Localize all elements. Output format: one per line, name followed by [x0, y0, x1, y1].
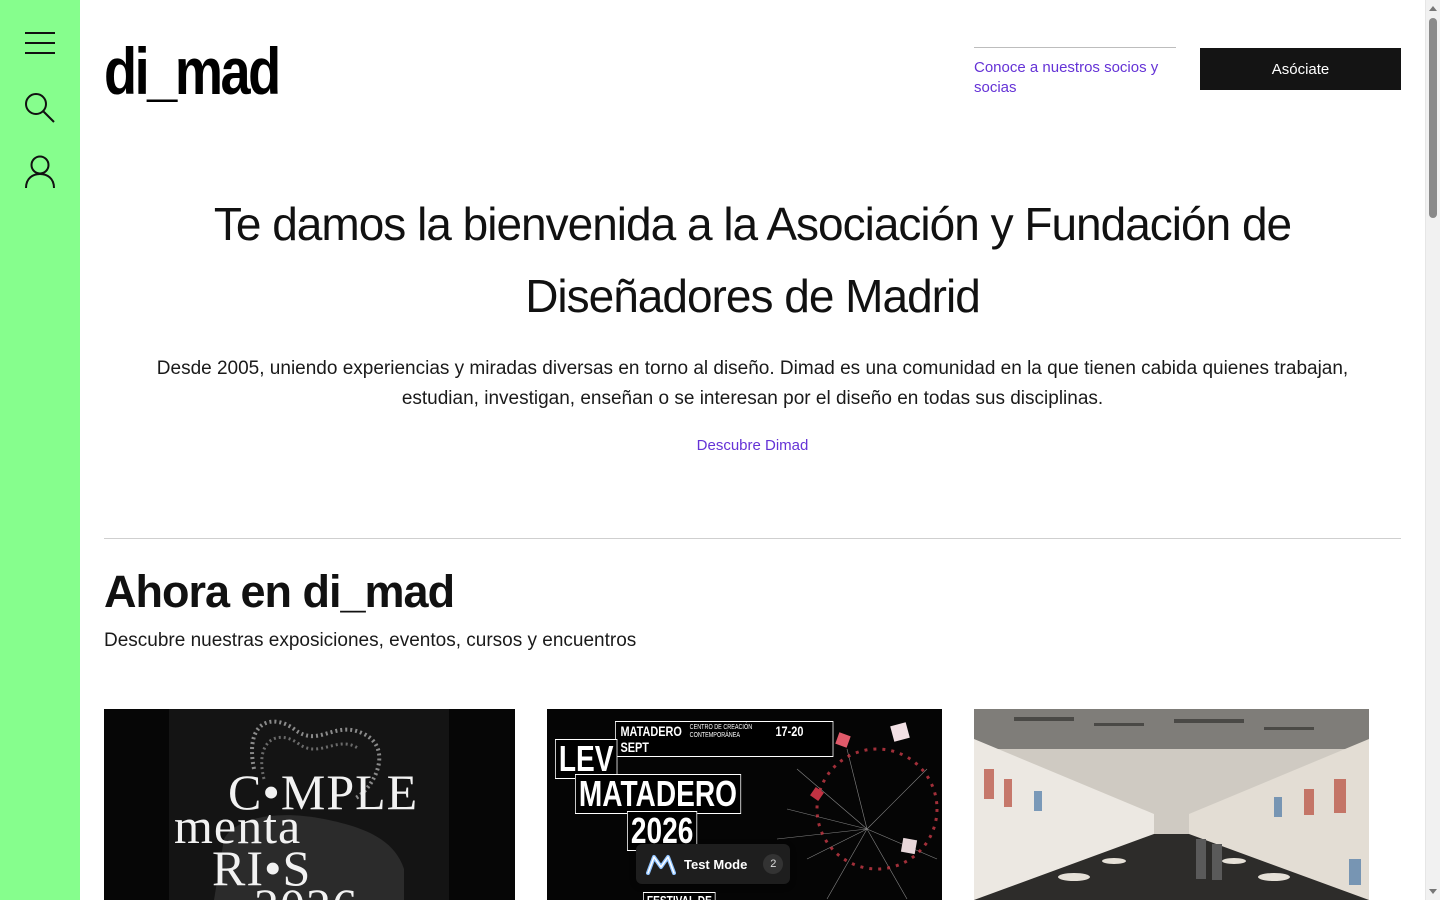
- venue-name: MATADERO: [620, 723, 682, 739]
- site-logo[interactable]: di_mad: [104, 38, 281, 104]
- section-title: Ahora en di_mad: [104, 566, 455, 617]
- test-mode-logo-icon: [646, 855, 676, 875]
- test-mode-label: Test Mode: [684, 856, 748, 872]
- scroll-down-arrow-icon[interactable]: [1429, 889, 1437, 894]
- hero-description: Desde 2005, uniendo experiencias y mirad…: [156, 358, 1349, 409]
- venue-subtitle-line-1: CENTRO DE CREACIÓN: [689, 724, 753, 732]
- exhibition-photo: [974, 709, 1369, 900]
- section-divider: [104, 538, 1401, 539]
- partners-link[interactable]: Conoce a nuestros socios y socias: [974, 47, 1176, 98]
- lev-title-2: MATADERO: [575, 774, 741, 814]
- event-card-complementaris[interactable]: C•MPLE menta RI•S 2026: [104, 709, 515, 900]
- venue-banner: MATADERO CENTRO DE CREACIÓN CONTEMPORÁNEA…: [615, 721, 834, 758]
- user-icon[interactable]: [20, 152, 60, 192]
- menu-icon[interactable]: [20, 23, 60, 63]
- hero-title: Te damos la bienvenida a la Asociación y…: [213, 198, 1292, 322]
- search-icon[interactable]: [20, 88, 60, 128]
- test-mode-badge[interactable]: Test Mode 2: [636, 844, 790, 884]
- scrollbar-thumb[interactable]: [1429, 18, 1437, 218]
- discover-link-wrap: Descubre Dimad: [104, 437, 1401, 454]
- page-scrollbar[interactable]: [1425, 0, 1440, 900]
- test-mode-count: 2: [763, 854, 784, 874]
- sidebar-rail: [0, 0, 80, 900]
- venue-subtitle: CENTRO DE CREACIÓN CONTEMPORÁNEA: [690, 724, 752, 740]
- join-button[interactable]: Asóciate: [1200, 48, 1401, 90]
- event-card-exhibition[interactable]: [974, 709, 1369, 900]
- venue-subtitle-line-2: CONTEMPORÁNEA: [689, 732, 741, 740]
- card-image-text-4: 2026: [254, 881, 358, 900]
- section-subtitle: Descubre nuestras exposiciones, eventos,…: [104, 630, 637, 651]
- lev-bottom-banner: FESTIVAL DE: [643, 892, 716, 900]
- scroll-up-arrow-icon[interactable]: [1429, 6, 1437, 11]
- discover-dimad-link[interactable]: Descubre Dimad: [697, 437, 809, 454]
